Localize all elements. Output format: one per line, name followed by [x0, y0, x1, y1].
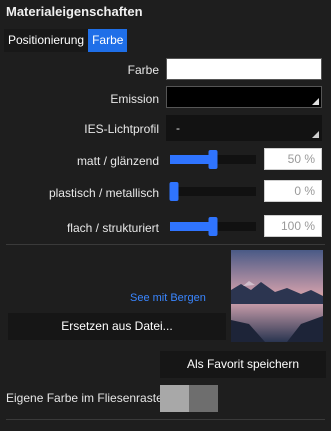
save-favorite-button[interactable]: Als Favorit speichern: [160, 351, 326, 378]
tab-farbe[interactable]: Farbe: [88, 29, 128, 52]
slider-fill: [170, 155, 213, 164]
tile-grid-color-label: Eigene Farbe im Fliesenraster: [6, 391, 167, 405]
divider: [6, 419, 325, 420]
slider-thumb[interactable]: [169, 182, 179, 201]
tab-bar: Positionierung Farbe: [4, 29, 128, 52]
color-swatch[interactable]: [166, 58, 322, 80]
corner-triangle-icon: [312, 131, 319, 138]
emission-label: Emission: [110, 92, 159, 106]
slider-thumb[interactable]: [208, 217, 218, 236]
landscape-lake-mountains-image[interactable]: [231, 250, 323, 342]
structure-value-field[interactable]: 100 %: [264, 215, 322, 237]
tab-positionierung[interactable]: Positionierung: [4, 29, 89, 52]
gloss-value-field[interactable]: 50 %: [264, 148, 322, 170]
replace-from-file-button[interactable]: Ersetzen aus Datei...: [8, 313, 226, 340]
corner-triangle-icon: [312, 98, 319, 105]
structure-label: flach / strukturiert: [66, 221, 159, 235]
ies-profile-dropdown[interactable]: -: [166, 115, 322, 141]
divider: [6, 244, 325, 245]
tile-grid-swatch-light[interactable]: [160, 385, 189, 412]
slider-thumb[interactable]: [208, 150, 218, 169]
gloss-slider[interactable]: [170, 150, 256, 169]
tile-grid-swatch-dark[interactable]: [189, 385, 218, 412]
slider-fill: [170, 222, 213, 231]
emission-swatch[interactable]: [166, 86, 322, 108]
texture-thumbnail-icon: [231, 250, 323, 342]
metallic-label: plastisch / metallisch: [48, 186, 159, 200]
panel-title: Materialeigenschaften: [6, 4, 143, 19]
ies-profile-value: -: [176, 121, 180, 135]
gloss-label: matt / glänzend: [76, 154, 159, 168]
metallic-value-field[interactable]: 0 %: [264, 180, 322, 202]
metallic-slider[interactable]: [169, 182, 256, 201]
texture-name-link[interactable]: See mit Bergen: [130, 292, 206, 304]
color-label: Farbe: [127, 63, 159, 77]
structure-slider[interactable]: [170, 217, 256, 236]
ies-label: IES-Lichtprofil: [84, 122, 159, 136]
